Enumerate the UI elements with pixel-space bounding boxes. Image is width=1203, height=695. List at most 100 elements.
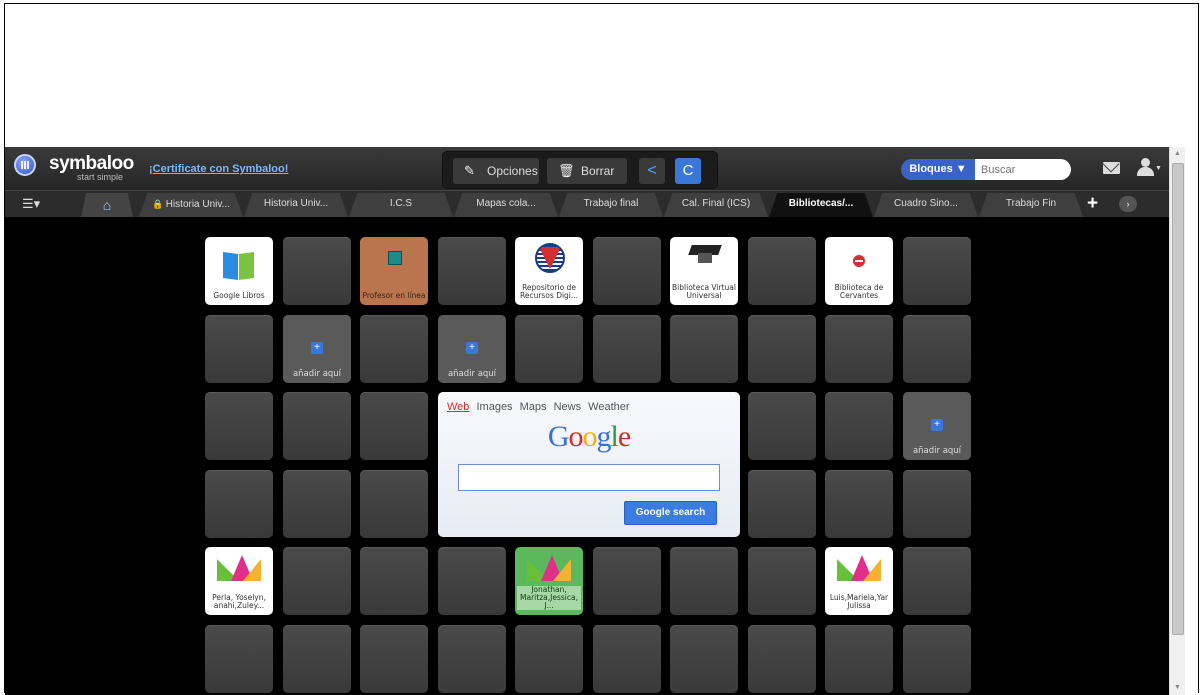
tab-item[interactable]: Historia Univ... — [244, 193, 348, 217]
empty-tile[interactable] — [283, 237, 351, 305]
google-tab-web[interactable]: Web — [447, 401, 469, 413]
empty-tile[interactable] — [748, 625, 816, 693]
empty-tile[interactable] — [360, 315, 428, 383]
empty-tile[interactable] — [438, 237, 506, 305]
refresh-button[interactable]: C — [675, 158, 701, 184]
empty-tile[interactable] — [593, 237, 661, 305]
tile-profesor-en-linea[interactable]: Profesor en línea — [360, 237, 428, 305]
empty-tile[interactable] — [670, 625, 738, 693]
empty-tile[interactable] — [748, 547, 816, 615]
next-tabs-button[interactable]: › — [1119, 196, 1137, 212]
add-tile[interactable]: + añadir aquí — [903, 392, 971, 460]
empty-tile[interactable] — [205, 392, 273, 460]
empty-tile[interactable] — [438, 625, 506, 693]
add-tile[interactable]: + añadir aquí — [283, 315, 351, 383]
empty-tile[interactable] — [903, 237, 971, 305]
google-tab-maps[interactable]: Maps — [520, 401, 547, 413]
empty-tile[interactable] — [593, 315, 661, 383]
google-logo-letter: o — [582, 420, 598, 453]
empty-tile[interactable] — [825, 315, 893, 383]
scroll-thumb[interactable] — [1172, 163, 1184, 635]
add-tab-button[interactable]: + — [1087, 193, 1098, 215]
options-label: Opciones — [487, 164, 538, 178]
empty-tile[interactable] — [825, 625, 893, 693]
google-logo-letter: l — [610, 420, 619, 453]
empty-tile[interactable] — [360, 392, 428, 460]
menu-button[interactable]: ☰▾ — [22, 196, 40, 212]
symbaloo-logo-icon[interactable] — [14, 154, 36, 176]
lock-icon: 🔒 — [152, 199, 166, 209]
empty-tile[interactable] — [283, 470, 351, 538]
empty-tile[interactable] — [283, 625, 351, 693]
empty-tile[interactable] — [205, 315, 273, 383]
google-logo-letter: e — [617, 420, 631, 453]
empty-tile[interactable] — [515, 315, 583, 383]
empty-tile[interactable] — [360, 625, 428, 693]
tab-home[interactable]: ⌂ — [81, 193, 133, 217]
empty-tile[interactable] — [360, 547, 428, 615]
crane-icon — [837, 555, 881, 583]
add-tile[interactable]: + añadir aquí — [438, 315, 506, 383]
vertical-scrollbar[interactable]: ▲ ▼ — [1169, 147, 1185, 695]
delete-button[interactable]: 🗑 Borrar — [547, 158, 627, 184]
empty-tile[interactable] — [438, 547, 506, 615]
empty-tile[interactable] — [748, 392, 816, 460]
tab-item[interactable]: Mapas cola... — [454, 193, 558, 217]
tab-item[interactable]: 🔒 Historia Univ... — [139, 193, 243, 217]
empty-tile[interactable] — [593, 547, 661, 615]
tab-item[interactable]: I.C.S — [349, 193, 453, 217]
empty-tile[interactable] — [903, 315, 971, 383]
empty-tile[interactable] — [903, 625, 971, 693]
empty-tile[interactable] — [670, 315, 738, 383]
tab-item[interactable]: Cuadro Sino... — [874, 193, 978, 217]
tile-repositorio[interactable]: Repositorio de Recursos Digi... — [515, 237, 583, 305]
tile-biblioteca-cervantes[interactable]: Biblioteca de Cervantes — [825, 237, 893, 305]
home-icon: ⌂ — [102, 197, 112, 213]
trash-icon: 🗑 — [558, 163, 575, 178]
empty-tile[interactable] — [748, 315, 816, 383]
bloques-dropdown[interactable]: Bloques ▼ — [901, 159, 975, 180]
tab-item[interactable]: Bibliotecas/... — [769, 193, 873, 217]
google-tab-weather[interactable]: Weather — [588, 401, 629, 413]
tab-item[interactable]: Trabajo final — [559, 193, 663, 217]
empty-tile[interactable] — [825, 470, 893, 538]
empty-tile[interactable] — [283, 392, 351, 460]
mail-icon[interactable] — [1103, 162, 1120, 174]
share-button[interactable]: < — [639, 158, 665, 184]
tab-label: Trabajo Fin — [1005, 198, 1057, 209]
certificate-link[interactable]: ¡Certificate con Symbaloo! — [149, 163, 288, 175]
empty-tile[interactable] — [360, 470, 428, 538]
empty-tile[interactable] — [205, 625, 273, 693]
refresh-icon: C — [682, 162, 694, 179]
empty-tile[interactable] — [283, 547, 351, 615]
tile-biblioteca-virtual[interactable]: Biblioteca Virtual Universal — [670, 237, 738, 305]
scroll-up-arrow[interactable]: ▲ — [1170, 147, 1185, 161]
google-search-button[interactable]: Google search — [624, 501, 717, 525]
empty-tile[interactable] — [903, 547, 971, 615]
tab-item[interactable]: Cal. Final (ICS) — [664, 193, 768, 217]
google-tabs: Web Images Maps News Weather — [447, 401, 634, 413]
empty-tile[interactable] — [670, 547, 738, 615]
scroll-down-arrow[interactable]: ▼ — [1170, 681, 1185, 695]
empty-tile[interactable] — [825, 392, 893, 460]
tab-item[interactable]: Trabajo Fin — [979, 193, 1083, 217]
search-input[interactable] — [975, 159, 1071, 180]
user-menu[interactable]: ▼ — [1137, 157, 1162, 179]
google-tab-images[interactable]: Images — [476, 401, 512, 413]
empty-tile[interactable] — [903, 470, 971, 538]
empty-tile[interactable] — [515, 625, 583, 693]
empty-tile[interactable] — [748, 470, 816, 538]
tile-jonathan-group[interactable]: Jonathan, Maritza,Jessica, J... — [515, 547, 583, 615]
google-logo-letter: g — [596, 420, 612, 453]
google-tab-news[interactable]: News — [554, 401, 582, 413]
tile-luis-group[interactable]: Luis,Mariela,Yar Julissa — [825, 547, 893, 615]
tile-perla-group[interactable]: Perla, Yoselyn, anahi,Zuley... — [205, 547, 273, 615]
cervantes-logo-icon — [853, 255, 865, 267]
empty-tile[interactable] — [205, 470, 273, 538]
options-button[interactable]: ✎ Opciones — [453, 158, 539, 184]
empty-tile[interactable] — [593, 625, 661, 693]
tile-google-libros[interactable]: Google Libros — [205, 237, 273, 305]
empty-tile[interactable] — [748, 237, 816, 305]
crane-icon — [217, 555, 261, 583]
google-search-input[interactable] — [458, 464, 720, 491]
